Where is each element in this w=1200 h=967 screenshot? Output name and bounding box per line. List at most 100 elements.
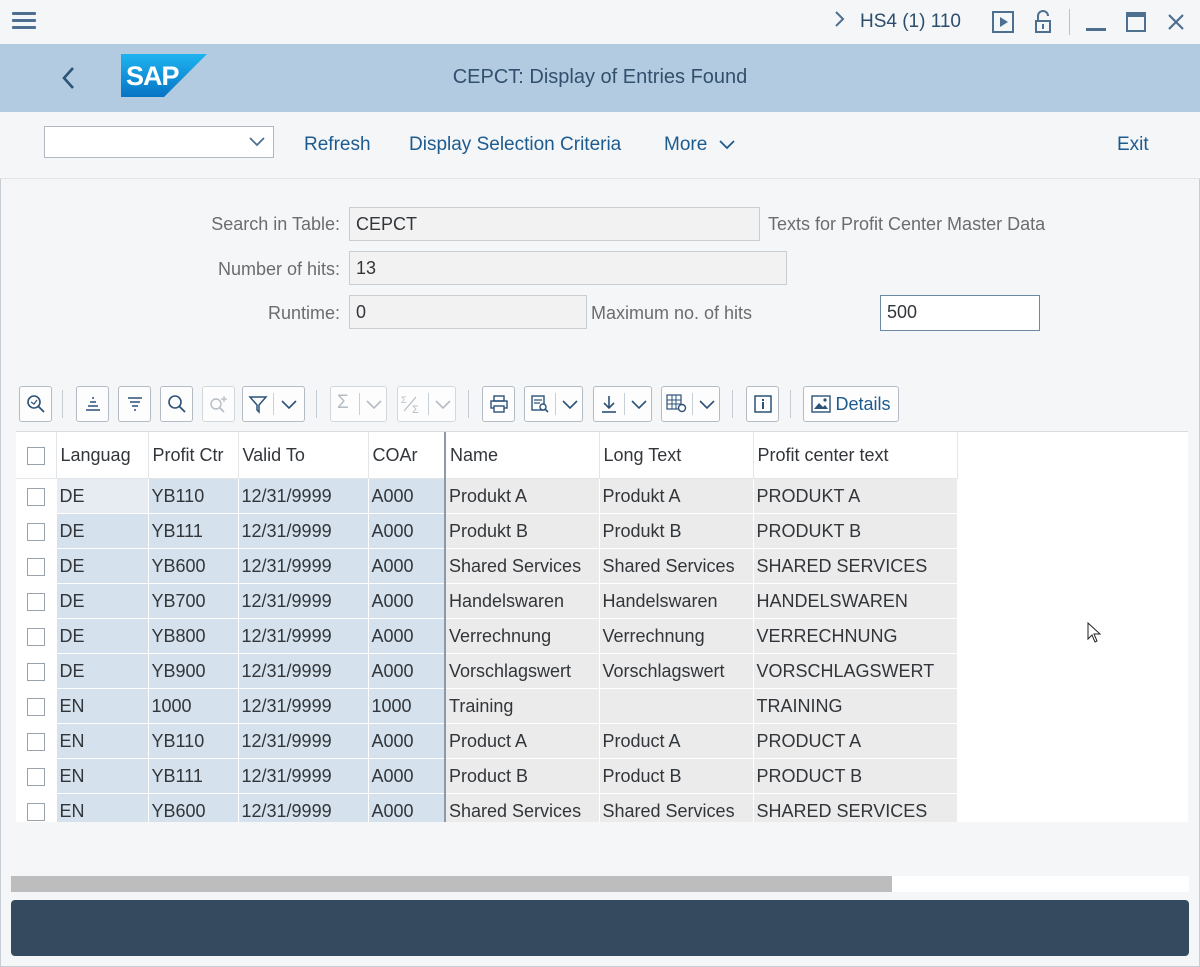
grid-cell[interactable]: A000	[368, 478, 446, 514]
grid-cell[interactable]: VERRECHNUNG	[753, 618, 958, 654]
filter-menu[interactable]	[242, 386, 305, 422]
table-row[interactable]: EN YB111 12/31/9999 A000 Product B Product BP…	[16, 758, 958, 794]
grid-cell[interactable]: Shared Services	[599, 548, 754, 584]
horizontal-scrollbar[interactable]	[11, 876, 1189, 892]
grid-cell[interactable]: Shared Services	[445, 793, 600, 822]
grid-cell[interactable]: A000	[368, 653, 446, 689]
refresh-button[interactable]: Refresh	[304, 134, 371, 156]
print-icon[interactable]	[482, 386, 515, 422]
variant-dropdown[interactable]	[44, 126, 274, 158]
chevron-right-icon[interactable]	[820, 10, 860, 34]
grid-cell[interactable]: DE	[56, 513, 149, 549]
row-select-checkbox[interactable]	[16, 688, 57, 724]
grid-cell[interactable]: Verrechnung	[599, 618, 754, 654]
grid-cell[interactable]: EN	[56, 723, 149, 759]
grid-cell[interactable]: YB800	[148, 618, 239, 654]
row-select-checkbox[interactable]	[16, 583, 57, 619]
row-select-checkbox[interactable]	[16, 758, 57, 794]
details-button[interactable]: Details	[803, 386, 899, 422]
grid-cell[interactable]: Produkt B	[599, 513, 754, 549]
display-selection-criteria-button[interactable]: Display Selection Criteria	[409, 134, 621, 156]
grid-cell[interactable]: A000	[368, 583, 446, 619]
grid-cell[interactable]: SHARED SERVICES	[753, 793, 958, 822]
play-icon[interactable]	[983, 0, 1023, 44]
grid-cell[interactable]	[599, 688, 754, 724]
menu-icon[interactable]	[12, 12, 36, 32]
grid-cell[interactable]: VORSCHLAGSWERT	[753, 653, 958, 689]
column-header[interactable]: Profit Ctr	[148, 432, 239, 479]
row-select-checkbox[interactable]	[16, 513, 57, 549]
grid-cell[interactable]: 12/31/9999	[238, 618, 369, 654]
grid-cell[interactable]: Training	[445, 688, 600, 724]
grid-cell[interactable]: DE	[56, 653, 149, 689]
grid-cell[interactable]: 12/31/9999	[238, 548, 369, 584]
grid-cell[interactable]: A000	[368, 548, 446, 584]
grid-cell[interactable]: HANDELSWAREN	[753, 583, 958, 619]
grid-cell[interactable]: Vorschlagswert	[445, 653, 600, 689]
exit-button[interactable]: Exit	[1117, 134, 1149, 156]
grid-cell[interactable]: DE	[56, 548, 149, 584]
sort-descending-icon[interactable]	[118, 386, 151, 422]
table-row[interactable]: DE YB800 12/31/9999 A000 Verrechnung Verrechn…	[16, 618, 958, 654]
grid-cell[interactable]: Verrechnung	[445, 618, 600, 654]
table-row[interactable]: EN YB600 12/31/9999 A000 Shared Services Shar…	[16, 793, 958, 822]
grid-cell[interactable]: 1000	[148, 688, 239, 724]
close-icon[interactable]	[1156, 0, 1196, 44]
grid-cell[interactable]: SHARED SERVICES	[753, 548, 958, 584]
grid-cell[interactable]: Handelswaren	[445, 583, 600, 619]
grid-cell[interactable]: A000	[368, 758, 446, 794]
row-select-checkbox[interactable]	[16, 548, 57, 584]
grid-cell[interactable]: 12/31/9999	[238, 478, 369, 514]
grid-cell[interactable]: 12/31/9999	[238, 653, 369, 689]
max-hits-input[interactable]: 500	[880, 295, 1040, 331]
scrollbar-thumb[interactable]	[11, 876, 892, 892]
table-row[interactable]: DE YB111 12/31/9999 A000 Produkt B Produkt BP…	[16, 513, 958, 549]
grid-cell[interactable]: YB110	[148, 478, 239, 514]
grid-cell[interactable]: Vorschlagswert	[599, 653, 754, 689]
grid-cell[interactable]: A000	[368, 723, 446, 759]
grid-cell[interactable]: Produkt B	[445, 513, 600, 549]
grid-cell[interactable]: 1000	[368, 688, 446, 724]
column-header[interactable]: Profit center text	[753, 432, 958, 479]
row-select-checkbox[interactable]	[16, 618, 57, 654]
row-select-checkbox[interactable]	[16, 723, 57, 759]
grid-cell[interactable]: 12/31/9999	[238, 758, 369, 794]
grid-cell[interactable]: Handelswaren	[599, 583, 754, 619]
grid-cell[interactable]: Product A	[599, 723, 754, 759]
row-select-checkbox[interactable]	[16, 478, 57, 514]
grid-cell[interactable]: A000	[368, 513, 446, 549]
select-all-checkbox[interactable]	[16, 432, 57, 479]
grid-cell[interactable]: EN	[56, 758, 149, 794]
grid-cell[interactable]: YB111	[148, 513, 239, 549]
table-row[interactable]: DE YB600 12/31/9999 A000 Shared Services Shar…	[16, 548, 958, 584]
table-row[interactable]: EN 1000 12/31/9999 1000 Training TRAINING	[16, 688, 958, 724]
grid-cell[interactable]: Product B	[599, 758, 754, 794]
row-select-checkbox[interactable]	[16, 653, 57, 689]
grid-cell[interactable]: A000	[368, 618, 446, 654]
find-icon[interactable]	[160, 386, 193, 422]
grid-cell[interactable]: YB600	[148, 548, 239, 584]
view-menu[interactable]	[524, 386, 583, 422]
table-row[interactable]: DE YB110 12/31/9999 A000 Produkt A Produkt AP…	[16, 478, 958, 514]
more-button[interactable]: More	[664, 134, 735, 156]
grid-cell[interactable]: DE	[56, 618, 149, 654]
column-header[interactable]: Name	[445, 432, 600, 479]
grid-cell[interactable]: YB900	[148, 653, 239, 689]
grid-cell[interactable]: 12/31/9999	[238, 583, 369, 619]
grid-cell[interactable]: 12/31/9999	[238, 688, 369, 724]
table-row[interactable]: EN YB110 12/31/9999 A000 Product A Product AP…	[16, 723, 958, 759]
grid-cell[interactable]: Product B	[445, 758, 600, 794]
table-row[interactable]: DE YB700 12/31/9999 A000 Handelswaren Handels…	[16, 583, 958, 619]
row-select-checkbox[interactable]	[16, 793, 57, 822]
grid-cell[interactable]: Produkt A	[445, 478, 600, 514]
grid-cell[interactable]: PRODUCT A	[753, 723, 958, 759]
zoom-detail-icon[interactable]	[19, 386, 52, 422]
grid-cell[interactable]: Shared Services	[599, 793, 754, 822]
grid-cell[interactable]: Product A	[445, 723, 600, 759]
grid-cell[interactable]: PRODUCT B	[753, 758, 958, 794]
grid-cell[interactable]: Shared Services	[445, 548, 600, 584]
grid-cell[interactable]: YB111	[148, 758, 239, 794]
info-icon[interactable]	[746, 386, 779, 422]
grid-cell[interactable]: PRODUKT A	[753, 478, 958, 514]
grid-cell[interactable]: YB110	[148, 723, 239, 759]
